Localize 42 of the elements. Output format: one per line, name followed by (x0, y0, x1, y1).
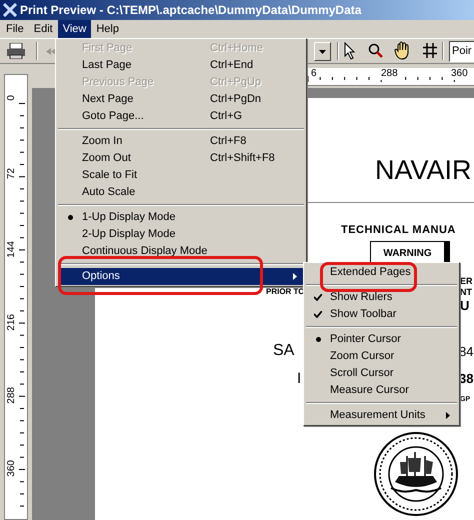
menu-item[interactable]: Scale to Fit (58, 167, 304, 184)
ruler-label: 360 (450, 68, 469, 80)
zoom-icon[interactable] (368, 43, 384, 59)
menu-item[interactable]: 2-Up Display Mode (58, 226, 304, 243)
printer-icon[interactable] (6, 43, 26, 59)
menu-bar-item[interactable]: View (58, 20, 92, 38)
caret-icon (319, 50, 326, 54)
menu-item[interactable]: Show Toolbar (306, 306, 457, 323)
menu-item[interactable]: Last Page Ctrl+End (58, 57, 304, 74)
document-title: NAVAIR (375, 154, 472, 187)
dropdown-button[interactable] (314, 42, 331, 61)
window-title: Print Preview - C:\TEMP\.aptcache\DummyData\DummyData (20, 2, 362, 19)
menu-item[interactable]: Auto Scale (58, 184, 304, 201)
document-text: U (460, 298, 470, 313)
menu-item[interactable]: 1-Up Display Mode (58, 209, 304, 226)
menu-item[interactable]: Zoom In Ctrl+F8 (58, 133, 304, 150)
checkmark-icon (314, 294, 322, 301)
checkmark-icon (314, 311, 322, 318)
menu-item[interactable]: Goto Page... Ctrl+G (58, 108, 304, 125)
menu-item[interactable]: Continuous Display Mode (58, 243, 304, 260)
document-text: SA (273, 342, 294, 360)
menu-item[interactable]: Measure Cursor (306, 382, 457, 399)
menu-item[interactable]: Scroll Cursor (306, 365, 457, 382)
zoom-field[interactable]: Poir (449, 41, 474, 62)
menu-item[interactable]: Next Page Ctrl+PgDn (58, 91, 304, 108)
document-heading: TECHNICAL MANUA (341, 223, 456, 238)
document-text: I (297, 370, 302, 387)
pointer-icon[interactable] (344, 42, 356, 60)
submenu-arrow-icon (446, 412, 450, 419)
ruler-label: 288 (380, 68, 399, 80)
menu-item[interactable]: Zoom Out Ctrl+Shift+F8 (58, 150, 304, 167)
submenu-arrow-icon (293, 273, 297, 280)
menu-item[interactable]: Options (58, 268, 304, 285)
menu-bar-item[interactable]: Edit (28, 20, 58, 38)
grid-icon[interactable] (423, 43, 437, 58)
app-icon (3, 3, 17, 17)
menu-item[interactable]: Zoom Cursor (306, 348, 457, 365)
menu-item[interactable]: Show Rulers (306, 289, 457, 306)
menu-bar-item[interactable]: File (1, 20, 29, 38)
menu-bar-item[interactable]: Help (91, 20, 124, 38)
menu-item[interactable]: Pointer Cursor (306, 331, 457, 348)
menu-item[interactable]: Measurement Units (306, 407, 457, 424)
